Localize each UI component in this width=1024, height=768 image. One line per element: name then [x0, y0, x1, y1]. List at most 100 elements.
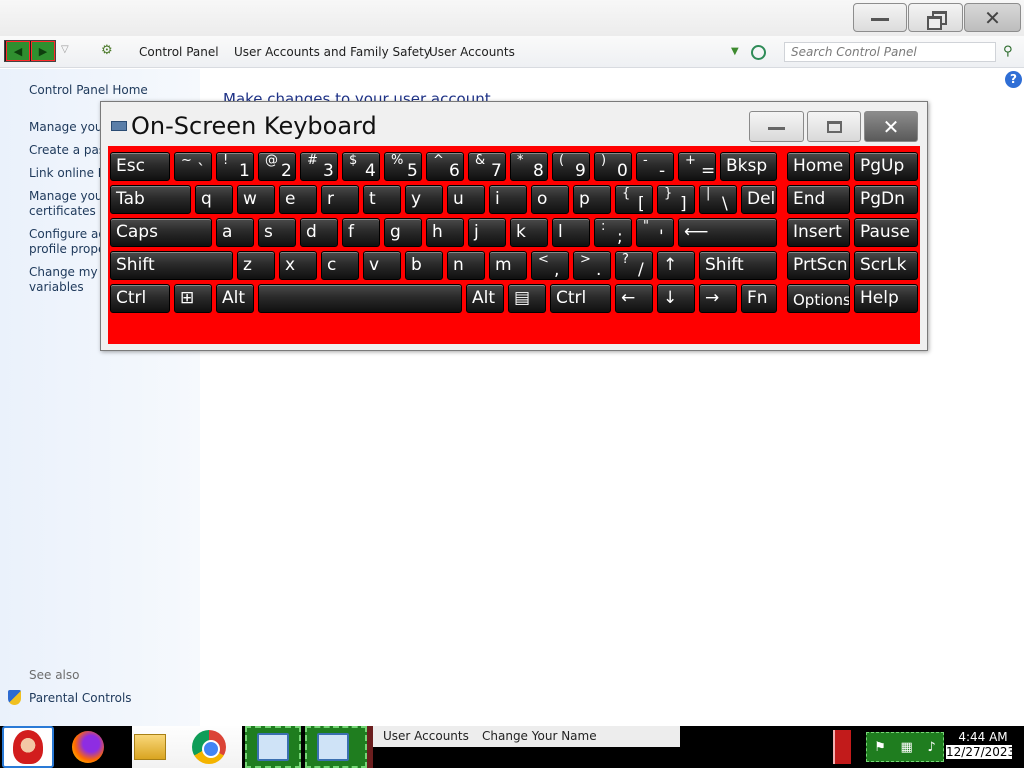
taskbar-firefox[interactable]: [68, 726, 108, 768]
key-7[interactable]: & 7: [468, 152, 506, 181]
volume-icon[interactable]: ♪: [927, 740, 935, 755]
clock-time[interactable]: 4:44 AM: [952, 730, 1014, 744]
key-][interactable]: }]: [657, 185, 695, 214]
key-fn[interactable]: Fn: [741, 284, 777, 313]
taskbar-control-panel[interactable]: [245, 726, 301, 768]
tray-flag-icon[interactable]: [833, 730, 851, 764]
key-r[interactable]: r: [321, 185, 359, 214]
key-8[interactable]: * 8: [510, 152, 548, 181]
key-alt[interactable]: Alt: [466, 284, 504, 313]
key-s[interactable]: s: [258, 218, 296, 247]
key-del[interactable]: Del: [741, 185, 777, 214]
parental-controls-link[interactable]: Parental Controls: [29, 691, 132, 705]
key-k[interactable]: k: [510, 218, 548, 247]
key-t[interactable]: t: [363, 185, 401, 214]
key-home[interactable]: Home: [787, 152, 850, 181]
key-windows[interactable]: ⊞: [174, 284, 212, 313]
key-o[interactable]: o: [531, 185, 569, 214]
sidebar-link-configure-advanced[interactable]: Configure adv: [29, 227, 101, 241]
key-down-arrow[interactable]: ↓: [657, 284, 695, 313]
key-options[interactable]: Options: [787, 284, 850, 313]
key-`[interactable]: ~ `: [174, 152, 212, 181]
key-scrlk[interactable]: ScrLk: [854, 251, 918, 280]
key-insert[interactable]: Insert: [787, 218, 850, 247]
sidebar-link-manage-credentials[interactable]: Manage your: [29, 120, 104, 134]
key-help[interactable]: Help: [854, 284, 918, 313]
taskbar-label-user-accounts[interactable]: User Accounts: [373, 726, 472, 747]
breadcrumb-user-accounts-family-safety[interactable]: User Accounts and Family Safety: [234, 45, 431, 59]
sidebar-link-manage-certificates[interactable]: Manage your: [29, 189, 101, 203]
key-j[interactable]: j: [468, 218, 506, 247]
key-v[interactable]: v: [363, 251, 401, 280]
key-0[interactable]: ) 0: [594, 152, 632, 181]
taskbar-on-screen-keyboard[interactable]: [305, 726, 367, 768]
key-3[interactable]: #3: [300, 152, 338, 181]
key-u[interactable]: u: [447, 185, 485, 214]
sidebar-link-variables[interactable]: variables: [29, 280, 101, 294]
key-up-arrow[interactable]: ↑: [657, 251, 695, 280]
key-6[interactable]: ^ 6: [426, 152, 464, 181]
key-caps[interactable]: Caps: [110, 218, 212, 247]
key-alt[interactable]: Alt: [216, 284, 254, 313]
restore-button[interactable]: [908, 3, 963, 32]
key-f[interactable]: f: [342, 218, 380, 247]
key-prtscn[interactable]: PrtScn: [787, 251, 850, 280]
osk-minimize-button[interactable]: [749, 111, 804, 142]
key-pause[interactable]: Pause: [854, 218, 918, 247]
osk-maximize-button[interactable]: [807, 111, 861, 142]
sidebar-link-change-environment[interactable]: Change my e: [29, 265, 101, 279]
key-ctrl[interactable]: Ctrl: [110, 284, 170, 313]
key-shift[interactable]: Shift: [699, 251, 777, 280]
key-space[interactable]: [258, 284, 462, 313]
key-left-arrow[interactable]: ←: [615, 284, 653, 313]
address-dropdown-icon[interactable]: ▼: [731, 46, 739, 57]
key-[[interactable]: {[: [615, 185, 653, 214]
close-button[interactable]: ✕: [964, 3, 1021, 32]
start-button[interactable]: [2, 726, 54, 768]
key-b[interactable]: b: [405, 251, 443, 280]
key-m[interactable]: m: [489, 251, 527, 280]
back-button[interactable]: ◀: [6, 41, 30, 61]
sidebar-link-control-panel-home[interactable]: Control Panel Home: [29, 83, 148, 97]
key-w[interactable]: w: [237, 185, 275, 214]
key-p[interactable]: p: [573, 185, 611, 214]
network-icon[interactable]: ▦: [901, 740, 913, 755]
taskbar-explorer-chrome[interactable]: [132, 726, 242, 768]
key-e[interactable]: e: [279, 185, 317, 214]
key-=[interactable]: + =: [678, 152, 716, 181]
key-pgdn[interactable]: PgDn: [854, 185, 918, 214]
key-g[interactable]: g: [384, 218, 422, 247]
key--[interactable]: --: [636, 152, 674, 181]
key-.[interactable]: >.: [573, 251, 611, 280]
key-bksp[interactable]: Bksp: [720, 152, 777, 181]
key-c[interactable]: c: [321, 251, 359, 280]
breadcrumb-user-accounts[interactable]: User Accounts: [429, 45, 515, 59]
key-n[interactable]: n: [447, 251, 485, 280]
key-q[interactable]: q: [195, 185, 233, 214]
key-enter[interactable]: ⟵: [678, 218, 777, 247]
key-esc[interactable]: Esc: [110, 152, 170, 181]
sidebar-link-certificates[interactable]: certificates: [29, 204, 101, 218]
key-pgup[interactable]: PgUp: [854, 152, 918, 181]
taskbar-label-change-your-name[interactable]: Change Your Name: [472, 726, 680, 747]
key-'[interactable]: " ': [636, 218, 674, 247]
key-tab[interactable]: Tab: [110, 185, 191, 214]
clock-date[interactable]: 12/27/2023: [946, 745, 1015, 759]
sidebar-link-link-online-ids[interactable]: Link online ID: [29, 166, 101, 180]
refresh-icon[interactable]: [751, 45, 766, 60]
key-shift[interactable]: Shift: [110, 251, 233, 280]
search-icon[interactable]: ⚲: [1003, 44, 1013, 59]
osk-close-button[interactable]: ✕: [864, 111, 918, 142]
key-z[interactable]: z: [237, 251, 275, 280]
key-2[interactable]: @2: [258, 152, 296, 181]
key-menu[interactable]: ▤: [508, 284, 546, 313]
key-\[interactable]: | \: [699, 185, 737, 214]
help-icon[interactable]: ?: [1005, 71, 1022, 88]
key-1[interactable]: ! 1: [216, 152, 254, 181]
key-d[interactable]: d: [300, 218, 338, 247]
key-,[interactable]: <,: [531, 251, 569, 280]
key-5[interactable]: % 5: [384, 152, 422, 181]
minimize-button[interactable]: [853, 3, 907, 32]
key-i[interactable]: i: [489, 185, 527, 214]
key-end[interactable]: End: [787, 185, 850, 214]
